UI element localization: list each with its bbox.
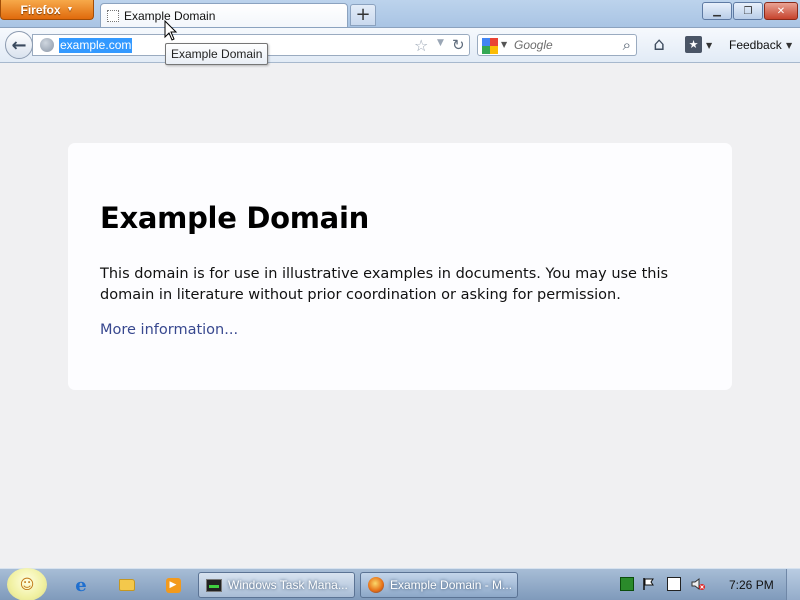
restore-button[interactable]: ❐: [733, 2, 763, 20]
bookmarks-dropdown-icon[interactable]: ▼: [706, 41, 712, 50]
new-tab-button[interactable]: +: [350, 4, 376, 26]
start-button[interactable]: ☺: [7, 568, 47, 600]
internet-explorer-icon[interactable]: e: [68, 573, 94, 597]
bookmarks-icon[interactable]: ★: [685, 36, 702, 53]
feedback-dropdown-icon[interactable]: ▼: [786, 41, 792, 50]
system-clock[interactable]: 7:26 PM: [729, 578, 774, 592]
volume-muted-icon[interactable]: [691, 577, 705, 591]
firefox-menu-button[interactable]: Firefox ▼: [0, 0, 94, 20]
bookmark-star-icon[interactable]: ☆: [414, 36, 428, 55]
folder-icon[interactable]: [114, 573, 140, 597]
chevron-down-icon: ▼: [66, 6, 74, 13]
tab-tooltip: Example Domain: [165, 43, 269, 65]
search-bar[interactable]: ▼ Google ⌕: [477, 34, 637, 56]
taskbar-item-firefox[interactable]: Example Domain - M...: [360, 572, 518, 598]
google-icon[interactable]: [482, 38, 498, 54]
page-description: This domain is for use in illustrative e…: [100, 266, 669, 303]
reload-icon[interactable]: ↻: [452, 36, 465, 54]
firefox-menu-label: Firefox: [20, 2, 61, 17]
globe-icon: [40, 38, 54, 52]
media-player-icon[interactable]: ▶: [160, 573, 186, 597]
minimize-button[interactable]: ▁: [702, 2, 732, 20]
taskbar-item-label: Example Domain - M...: [390, 578, 513, 592]
browser-tab[interactable]: Example Domain: [100, 3, 348, 27]
firefox-icon: [368, 577, 384, 593]
close-button[interactable]: ✕: [764, 2, 798, 20]
mouse-cursor-icon: [164, 20, 178, 41]
home-icon[interactable]: ⌂: [648, 34, 670, 56]
title-bar: Firefox ▼ Example Domain + ▁ ❐ ✕: [0, 0, 800, 27]
feedback-button[interactable]: Feedback: [729, 38, 782, 52]
url-text[interactable]: example.com: [59, 38, 133, 53]
taskbar: ☺ e ▶ Windows Task Mana... Example Domai…: [0, 568, 800, 600]
content-card: Example Domain This domain is for use in…: [68, 143, 732, 390]
tray-app-icon[interactable]: [620, 577, 634, 591]
blank-page-icon: [107, 9, 119, 22]
network-icon[interactable]: [667, 577, 681, 591]
task-manager-icon: [206, 578, 222, 592]
back-arrow-icon: ←: [11, 34, 27, 56]
page-title: Example Domain: [100, 201, 369, 235]
search-engine-dropdown-icon[interactable]: ▼: [501, 40, 507, 49]
back-button[interactable]: ←: [5, 31, 33, 59]
search-icon[interactable]: ⌕: [623, 36, 631, 54]
search-placeholder[interactable]: Google: [514, 38, 553, 52]
more-information-link[interactable]: More information...: [100, 322, 238, 338]
history-dropdown-icon[interactable]: ▼: [437, 38, 444, 48]
taskbar-item-label: Windows Task Mana...: [228, 578, 348, 592]
restore-icon: ❐: [743, 5, 753, 17]
action-center-flag-icon[interactable]: [642, 577, 656, 591]
navigation-toolbar: example.com ☆ ▼ ↻ ← ▼ Google ⌕ ⌂ ★ ▼ Fee…: [0, 27, 800, 63]
taskbar-item-task-manager[interactable]: Windows Task Mana...: [198, 572, 355, 598]
show-desktop-button[interactable]: [786, 569, 800, 600]
smiley-icon: ☺: [19, 576, 35, 593]
close-icon: ✕: [776, 5, 786, 17]
minimize-icon: ▁: [713, 5, 721, 17]
